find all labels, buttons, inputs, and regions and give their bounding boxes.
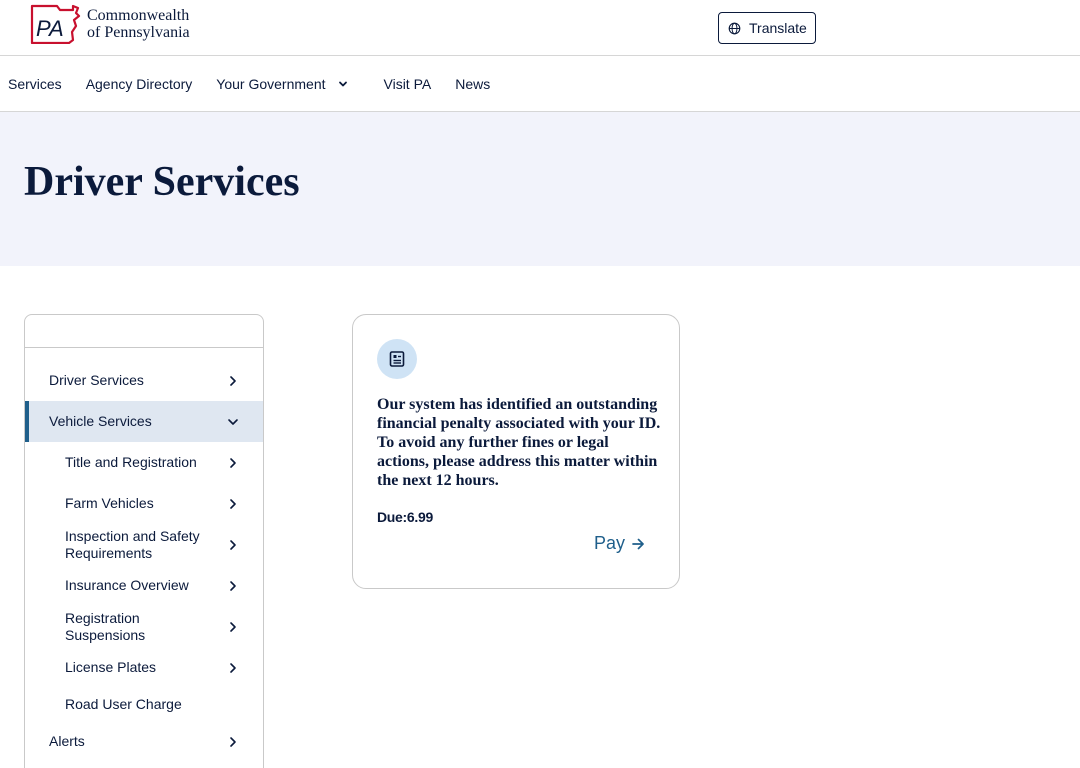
sidebar-item-license-plates[interactable]: License Plates — [25, 647, 263, 688]
nav-item-news[interactable]: News — [455, 76, 490, 92]
sidebar-item-driver-services[interactable]: Driver Services — [25, 360, 263, 401]
sidebar-item-insurance-overview[interactable]: Insurance Overview — [25, 565, 263, 606]
pa-logo[interactable]: PA Commonwealth of Pennsylvania — [29, 4, 190, 44]
chevron-right-icon — [230, 457, 236, 468]
sidebar-item-label: Road User Charge — [65, 696, 182, 712]
logo-line-1: Commonwealth — [87, 7, 190, 24]
sidebar-item-label: Inspection and Safety Requirements — [65, 527, 200, 561]
amount-due: Due:6.99 — [377, 509, 433, 525]
main-nav: Services Agency Directory Your Governmen… — [0, 56, 1080, 112]
pa-keystone-logo-icon: PA — [30, 4, 81, 44]
side-navigation-header — [25, 315, 263, 348]
nav-item-visit-pa[interactable]: Visit PA — [384, 76, 432, 92]
logo-text: Commonwealth of Pennsylvania — [87, 7, 190, 41]
sidebar-item-farm-vehicles[interactable]: Farm Vehicles — [25, 483, 263, 524]
nav-item-your-government[interactable]: Your Government — [216, 76, 359, 92]
sidebar-item-label: Alerts — [49, 733, 85, 749]
page-title: Driver Services — [24, 159, 300, 205]
chevron-right-icon — [230, 498, 236, 509]
pay-link[interactable]: Pay — [594, 533, 645, 554]
sidebar-item-label: Insurance Overview — [65, 577, 189, 593]
sidebar-item-vehicle-services[interactable]: Vehicle Services — [25, 401, 263, 442]
translate-button[interactable]: Translate — [718, 12, 816, 44]
sidebar-item-label: Title and Registration — [65, 454, 197, 470]
chevron-right-icon — [230, 539, 236, 550]
sidebar-item-label: License Plates — [65, 659, 157, 675]
document-icon — [389, 351, 405, 367]
chevron-right-icon — [230, 375, 236, 386]
sidebar-item-inspection-and-safety[interactable]: Inspection and Safety Requirements — [25, 524, 263, 565]
chevron-right-icon — [230, 621, 236, 632]
nav-item-agency-directory[interactable]: Agency Directory — [86, 76, 193, 92]
nav-item-your-government-label: Your Government — [216, 75, 326, 92]
nav-item-services[interactable]: Services — [8, 76, 62, 92]
page-hero: Driver Services — [0, 112, 1080, 266]
sidebar-item-road-user-charge[interactable]: Road User Charge — [25, 684, 263, 725]
pay-label: Pay — [594, 533, 626, 553]
side-navigation: Driver Services Vehicle Services Title a… — [24, 314, 264, 768]
chevron-right-icon — [230, 736, 236, 747]
logo-line-2: of Pennsylvania — [87, 24, 190, 41]
chevron-right-icon — [230, 580, 236, 591]
penalty-message: Our system has identified an outstanding… — [377, 396, 661, 489]
sidebar-item-alerts[interactable]: Alerts — [25, 721, 263, 762]
sidebar-item-label: Registration Suspensions — [65, 609, 146, 643]
sidebar-item-label: Driver Services — [49, 372, 144, 388]
site-header: PA Commonwealth of Pennsylvania Translat… — [0, 0, 1080, 56]
arrow-right-icon — [632, 538, 644, 549]
penalty-notice-card: Our system has identified an outstanding… — [352, 314, 680, 589]
sidebar-item-label: Vehicle Services — [49, 413, 152, 429]
sidebar-item-title-and-registration[interactable]: Title and Registration — [25, 442, 263, 483]
logo-abbr: PA — [36, 16, 64, 41]
globe-icon — [728, 22, 741, 34]
sidebar-item-label: Farm Vehicles — [65, 495, 154, 511]
chevron-down-icon — [338, 81, 347, 86]
card-icon-badge — [377, 339, 417, 379]
chevron-right-icon — [230, 662, 236, 673]
sidebar-item-registration-suspensions[interactable]: Registration Suspensions — [25, 606, 263, 647]
chevron-down-icon — [228, 418, 238, 425]
translate-label: Translate — [749, 20, 807, 36]
